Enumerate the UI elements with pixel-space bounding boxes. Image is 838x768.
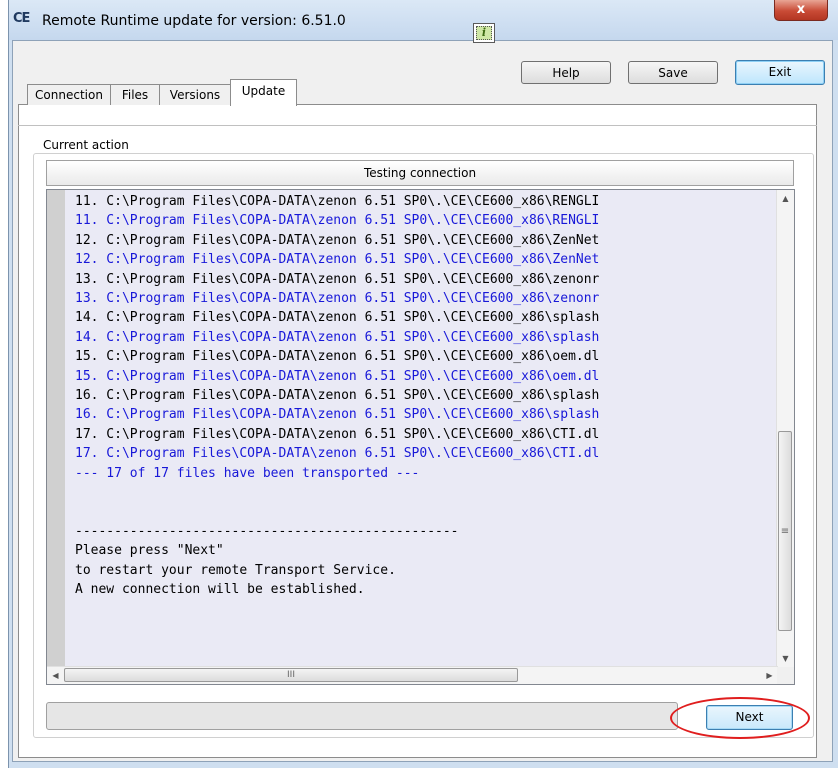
log-line: 16. C:\Program Files\COPA-DATA\zenon 6.5…	[75, 407, 600, 423]
window-title: Remote Runtime update for version: 6.51.…	[42, 13, 346, 29]
scroll-corner	[777, 667, 794, 684]
scroll-left-icon[interactable]: ◀	[47, 667, 64, 684]
progress-bar	[46, 702, 678, 730]
ce-app-icon: CE	[13, 11, 30, 26]
horizontal-scrollbar[interactable]: ◀ III ▶	[47, 666, 778, 684]
log-line: 12. C:\Program Files\COPA-DATA\zenon 6.5…	[75, 232, 600, 248]
help-button[interactable]: Help	[521, 61, 611, 84]
log-line: --- 17 of 17 files have been transported…	[75, 465, 420, 481]
horizontal-scroll-thumb[interactable]: III	[64, 668, 518, 682]
scroll-down-icon[interactable]: ▼	[777, 650, 794, 667]
log-line: 11. C:\Program Files\COPA-DATA\zenon 6.5…	[75, 194, 600, 209]
log-line: 17. C:\Program Files\COPA-DATA\zenon 6.5…	[75, 446, 600, 462]
log-line: 11. C:\Program Files\COPA-DATA\zenon 6.5…	[75, 213, 600, 229]
log-text-area: 11. C:\Program Files\COPA-DATA\zenon 6.5…	[65, 190, 777, 667]
scroll-right-icon[interactable]: ▶	[761, 667, 778, 684]
log-line: Please press "Next"	[75, 543, 224, 559]
title-bar[interactable]: CE Remote Runtime update for version: 6.…	[9, 0, 838, 40]
tab-connection[interactable]: Connection	[27, 84, 111, 105]
log-line: 14. C:\Program Files\COPA-DATA\zenon 6.5…	[75, 329, 600, 345]
group-label: Current action	[40, 138, 132, 152]
log-line: 13. C:\Program Files\COPA-DATA\zenon 6.5…	[75, 271, 600, 287]
tab-update[interactable]: Update	[230, 79, 297, 106]
log-lines: 11. C:\Program Files\COPA-DATA\zenon 6.5…	[75, 192, 599, 600]
save-button[interactable]: Save	[628, 61, 718, 84]
action-status: Testing connection	[46, 160, 794, 186]
exit-button[interactable]: Exit	[735, 60, 825, 85]
log-line: 13. C:\Program Files\COPA-DATA\zenon 6.5…	[75, 291, 600, 307]
vertical-scrollbar[interactable]: ▲ ≡ ▼	[776, 190, 794, 667]
log-line: 12. C:\Program Files\COPA-DATA\zenon 6.5…	[75, 252, 600, 268]
tab-versions[interactable]: Versions	[159, 84, 231, 105]
info-button[interactable]: i	[473, 23, 495, 43]
log-line: 17. C:\Program Files\COPA-DATA\zenon 6.5…	[75, 426, 600, 442]
close-button[interactable]: x	[774, 0, 828, 21]
log-line: to restart your remote Transport Service…	[75, 562, 396, 578]
log-line: ----------------------------------------…	[75, 523, 459, 539]
info-icon: i	[476, 26, 492, 40]
log-line: A new connection will be established.	[75, 582, 365, 598]
log-gutter	[47, 190, 65, 667]
log-line: 15. C:\Program Files\COPA-DATA\zenon 6.5…	[75, 349, 600, 365]
next-button[interactable]: Next	[706, 705, 793, 730]
panel-divider	[18, 125, 817, 126]
tab-files[interactable]: Files	[110, 84, 160, 105]
log-line: 16. C:\Program Files\COPA-DATA\zenon 6.5…	[75, 388, 600, 404]
log-line: 14. C:\Program Files\COPA-DATA\zenon 6.5…	[75, 310, 600, 326]
scroll-up-icon[interactable]: ▲	[777, 190, 794, 207]
log-line: 15. C:\Program Files\COPA-DATA\zenon 6.5…	[75, 368, 600, 384]
log-output[interactable]: 11. C:\Program Files\COPA-DATA\zenon 6.5…	[46, 189, 795, 685]
vertical-scroll-thumb[interactable]: ≡	[778, 431, 792, 631]
